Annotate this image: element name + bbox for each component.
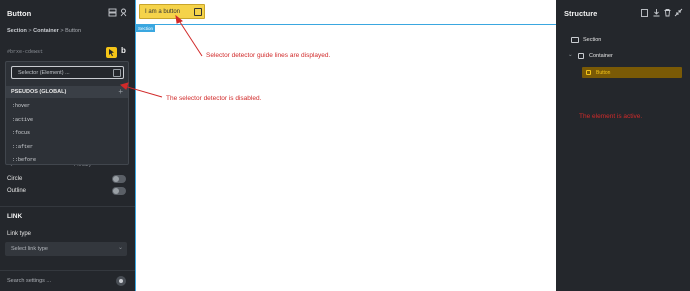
structure-item-section[interactable]: Section — [568, 35, 678, 45]
outline-label: Outline — [7, 188, 27, 194]
structure-item-label: Container — [589, 53, 613, 59]
breadcrumb-separator: > — [28, 28, 32, 34]
annotation-detector-disabled: The selector detector is disabled. — [166, 95, 262, 102]
breadcrumb-separator: > — [60, 28, 64, 34]
templates-icon[interactable] — [108, 8, 117, 17]
divider — [0, 206, 135, 207]
builder-canvas[interactable]: Section I am a button Selector detector … — [135, 0, 556, 291]
structure-item-label: Section — [583, 37, 602, 43]
pseudos-group-title: PSEUDOS (GLOBAL) — [11, 89, 67, 95]
demo-button-label: I am a button — [145, 9, 181, 15]
chevron-down-icon[interactable]: ⌄ — [568, 52, 573, 58]
breadcrumb-container[interactable]: Container — [33, 28, 59, 34]
link-section-title[interactable]: LINK — [7, 213, 22, 220]
selector-search-placeholder: Selector (Element) ... — [18, 70, 70, 76]
outline-toggle[interactable] — [112, 187, 126, 195]
structure-item-button-active[interactable]: Button — [582, 67, 682, 78]
pseudo-option[interactable]: ::after — [12, 144, 33, 150]
element-icon[interactable] — [119, 8, 128, 17]
collapse-icon[interactable] — [674, 8, 683, 17]
link-type-label: Link type — [7, 231, 32, 237]
clipboard-icon[interactable] — [640, 8, 649, 17]
section-icon — [571, 37, 579, 43]
annotation-guide-lines: Selector detector guide lines are displa… — [206, 52, 331, 59]
selector-detector-button[interactable] — [106, 47, 117, 58]
container-icon — [578, 53, 584, 59]
trash-icon[interactable] — [663, 8, 672, 17]
add-pseudo-icon[interactable]: + — [118, 87, 123, 96]
selector-detector-disabled-icon[interactable] — [113, 69, 121, 77]
panel-title: Button — [7, 9, 32, 18]
demo-button[interactable]: I am a button — [139, 4, 205, 19]
gear-icon[interactable] — [116, 276, 126, 286]
structure-title: Structure — [564, 9, 598, 18]
annotation-element-active: The element is active. — [579, 113, 643, 120]
pseudos-group-header: PSEUDOS (GLOBAL) + — [6, 86, 128, 98]
structure-item-container[interactable]: ⌄ Container — [568, 51, 678, 61]
breadcrumb-current: Button — [65, 28, 82, 34]
structure-panel: Structure Section ⌄ Container Button The… — [556, 0, 690, 291]
selector-row: #brxe-cdewst b — [5, 44, 130, 60]
breadcrumb: Section > Container > Button — [7, 28, 81, 34]
settings-search-placeholder: Search settings ... — [7, 278, 52, 284]
selector-search-input[interactable]: Selector (Element) ... — [11, 66, 124, 79]
element-settings-panel: Button Section > Container > Button #brx… — [0, 0, 135, 291]
breadcrumb-section[interactable]: Section — [7, 28, 27, 34]
section-tag[interactable]: Section — [136, 25, 156, 32]
pseudo-option[interactable]: :focus — [12, 130, 30, 136]
css-selector-field[interactable]: #brxe-cdewst — [7, 47, 102, 57]
link-type-select[interactable]: Select link type ⌄ — [5, 242, 127, 256]
cursor-icon — [109, 49, 114, 57]
panel-header: Button — [0, 0, 135, 26]
button-element-icon — [586, 70, 591, 75]
selector-dropdown: Selector (Element) ... PSEUDOS (GLOBAL) … — [5, 61, 129, 165]
selector-guide-line-horizontal — [135, 24, 556, 25]
structure-item-label: Button — [596, 70, 611, 76]
chevron-down-icon: ⌄ — [117, 245, 123, 251]
pseudo-option[interactable]: ::before — [12, 157, 36, 163]
selector-side-label[interactable]: b — [121, 46, 126, 55]
link-type-placeholder: Select link type — [11, 246, 48, 252]
circle-toggle[interactable] — [112, 175, 126, 183]
button-icon — [194, 8, 202, 16]
circle-label: Circle — [7, 176, 23, 182]
settings-search-bar[interactable]: Search settings ... — [0, 270, 135, 291]
pseudo-option[interactable]: :active — [12, 117, 33, 123]
selector-guide-line-vertical — [135, 0, 136, 291]
pseudo-option[interactable]: :hover — [12, 103, 30, 109]
download-icon[interactable] — [652, 8, 661, 17]
